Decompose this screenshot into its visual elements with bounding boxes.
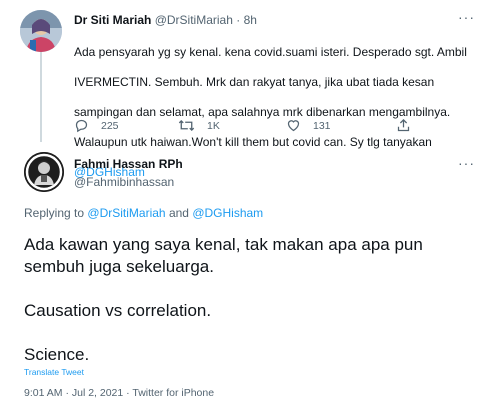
second-tweet-paragraph-1: Ada kawan yang saya kenal, tak makan apa… bbox=[24, 235, 423, 276]
replying-to-and: and bbox=[168, 206, 189, 220]
first-tweet-time[interactable]: 8h bbox=[244, 13, 257, 27]
reply-mention-drsitimariah[interactable]: @DrSitiMariah bbox=[87, 206, 165, 220]
first-tweet-line-2: IVERMECTIN. Sembuh. Mrk dan rakyat tanya… bbox=[74, 75, 435, 89]
retweet-icon[interactable] bbox=[178, 118, 195, 133]
tweet-timestamp[interactable]: 9:01 AM · Jul 2, 2021 · Twitter for iPho… bbox=[24, 387, 214, 399]
first-tweet-action-bar: 225 1K 131 bbox=[74, 118, 474, 138]
translate-tweet-link[interactable]: Translate Tweet bbox=[24, 367, 84, 377]
like-icon[interactable] bbox=[286, 118, 301, 133]
first-tweet-author-handle[interactable]: @DrSitiMariah bbox=[155, 13, 233, 27]
retweet-action[interactable]: 1K bbox=[178, 118, 220, 133]
avatar-fahmi-hassan[interactable] bbox=[24, 152, 64, 192]
avatar-dr-siti-mariah[interactable] bbox=[20, 10, 62, 52]
more-icon[interactable]: ··· bbox=[458, 9, 475, 25]
share-action[interactable] bbox=[396, 118, 411, 133]
second-tweet-author-name[interactable]: Fahmi Hassan RPh bbox=[74, 157, 183, 171]
reply-count: 225 bbox=[101, 119, 119, 132]
second-tweet-body: Ada kawan yang saya kenal, tak makan apa… bbox=[24, 234, 484, 366]
first-tweet-dot: · bbox=[236, 13, 241, 27]
replying-to-label: Replying to bbox=[24, 206, 85, 220]
second-tweet-paragraph-2: Causation vs correlation. bbox=[24, 301, 212, 320]
like-action[interactable]: 131 bbox=[286, 118, 331, 133]
reply-action[interactable]: 225 bbox=[74, 118, 119, 133]
like-count: 131 bbox=[313, 119, 331, 132]
second-tweet-paragraph-3: Science. bbox=[24, 345, 90, 364]
first-tweet-author-name[interactable]: Dr Siti Mariah bbox=[74, 13, 151, 27]
first-tweet-author-line: Dr Siti Mariah @DrSitiMariah · 8h bbox=[74, 13, 257, 27]
replying-to-line: Replying to @DrSitiMariah and @DGHisham bbox=[24, 206, 263, 220]
reply-mention-dghisham[interactable]: @DGHisham bbox=[192, 206, 263, 220]
second-tweet-author-handle[interactable]: @Fahmibinhassan bbox=[74, 175, 174, 189]
thread-connector-line bbox=[40, 48, 42, 142]
more-icon[interactable]: ··· bbox=[458, 155, 475, 171]
reply-icon[interactable] bbox=[74, 118, 89, 133]
first-tweet-line-1: Ada pensyarah yg sy kenal. kena covid.su… bbox=[74, 45, 467, 59]
retweet-count: 1K bbox=[207, 119, 220, 132]
share-icon[interactable] bbox=[396, 118, 411, 133]
